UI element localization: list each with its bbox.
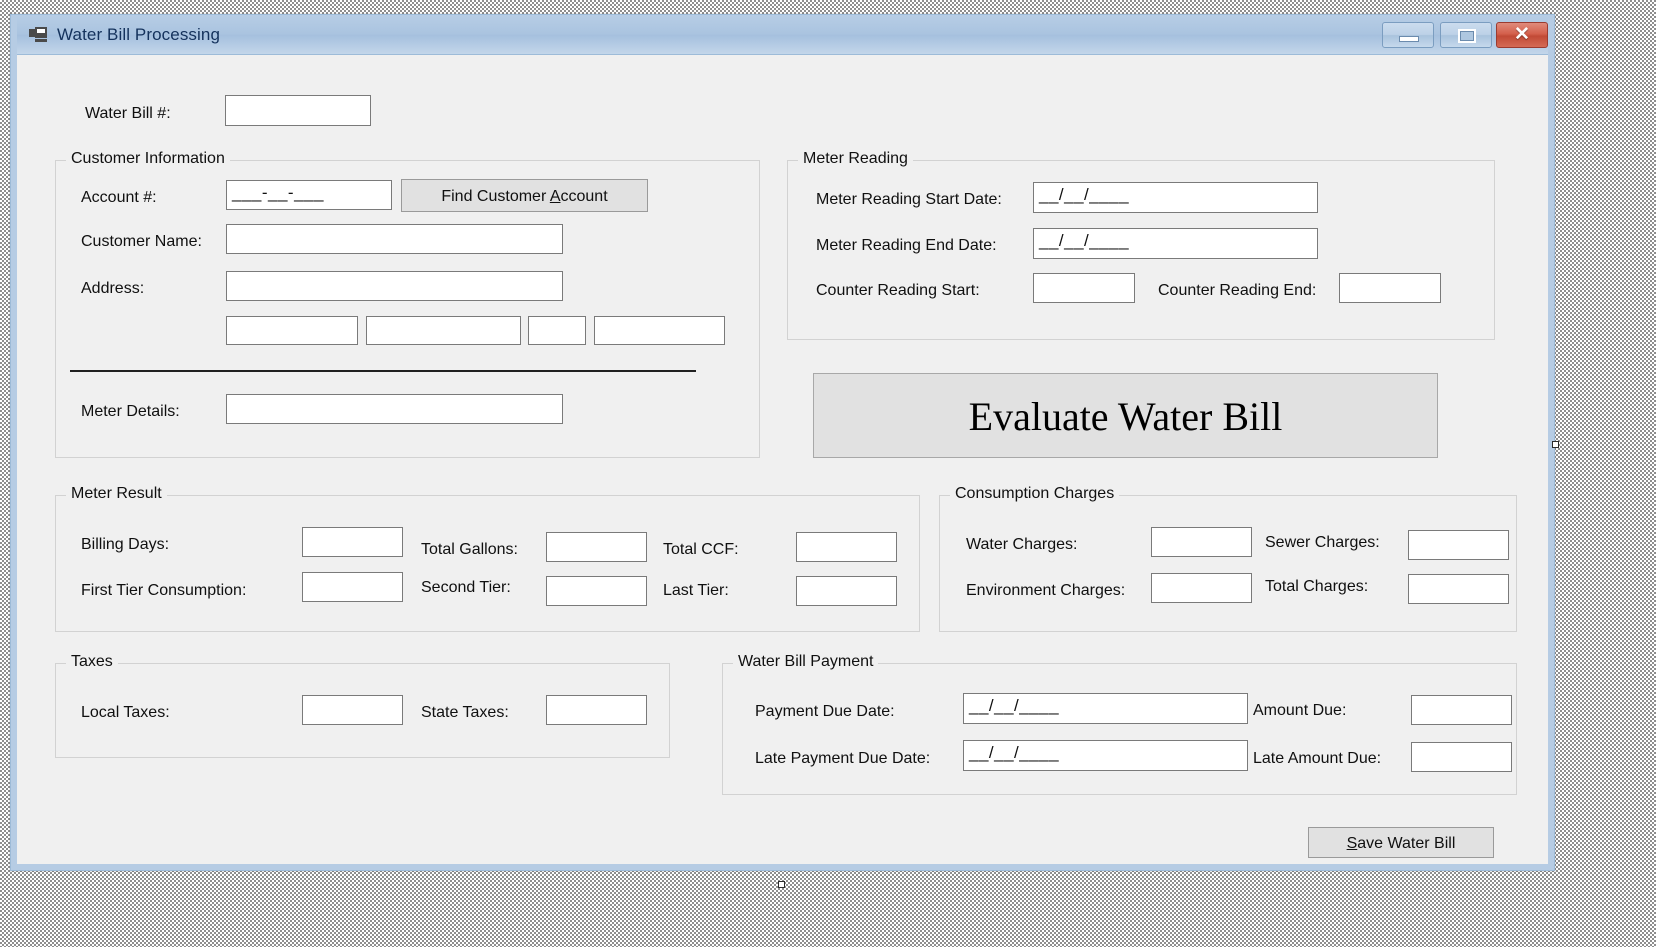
payment-due-date-input[interactable]: __/__/____	[963, 693, 1248, 724]
find-button-prefix: Find Customer	[441, 188, 550, 205]
meter-result-group: Meter Result Billing Days: Total Gallons…	[55, 485, 920, 632]
evaluate-water-bill-button[interactable]: Evaluate Water Bill	[813, 373, 1438, 458]
second-tier-input[interactable]	[546, 576, 647, 606]
title-bar[interactable]: Water Bill Processing ✕	[11, 15, 1554, 55]
meter-result-title: Meter Result	[66, 485, 167, 503]
local-taxes-input[interactable]	[302, 695, 403, 725]
customer-name-input[interactable]	[226, 224, 563, 254]
total-charges-input[interactable]	[1408, 574, 1509, 604]
late-payment-due-date-input[interactable]: __/__/____	[963, 740, 1248, 771]
late-amount-due-input[interactable]	[1411, 742, 1512, 772]
water-bill-number-label: Water Bill #:	[85, 105, 171, 122]
state-taxes-label: State Taxes:	[421, 704, 509, 721]
account-number-label: Account #:	[81, 189, 157, 206]
late-amount-due-label: Late Amount Due:	[1253, 750, 1382, 767]
meter-details-label: Meter Details:	[81, 403, 180, 420]
window-title: Water Bill Processing	[57, 25, 221, 44]
billing-days-input[interactable]	[302, 527, 403, 557]
total-gallons-label: Total Gallons:	[421, 541, 518, 558]
save-button-accelerator: S	[1346, 835, 1358, 852]
section-separator	[70, 370, 696, 372]
last-tier-label: Last Tier:	[663, 582, 729, 599]
water-bill-payment-title: Water Bill Payment	[733, 653, 879, 671]
first-tier-consumption-input[interactable]	[302, 572, 403, 602]
first-tier-consumption-label: First Tier Consumption:	[81, 582, 247, 599]
customer-name-label: Customer Name:	[81, 233, 202, 250]
sewer-charges-label: Sewer Charges:	[1265, 534, 1380, 551]
close-button[interactable]: ✕	[1496, 22, 1548, 48]
address-line2-input[interactable]	[366, 316, 521, 345]
amount-due-label: Amount Due:	[1253, 702, 1347, 719]
local-taxes-label: Local Taxes:	[81, 704, 170, 721]
meter-reading-start-date-input[interactable]: __/__/____	[1033, 182, 1318, 213]
total-charges-label: Total Charges:	[1265, 578, 1369, 595]
application-window: Water Bill Processing ✕ Water Bill #: Cu…	[10, 14, 1555, 871]
customer-information-group: Customer Information Account #: ___-__-_…	[55, 150, 760, 458]
late-payment-due-date-label: Late Payment Due Date:	[755, 750, 931, 767]
find-button-accelerator: A	[549, 188, 561, 205]
total-ccf-input[interactable]	[796, 532, 897, 562]
minimize-button[interactable]	[1382, 22, 1434, 48]
state-taxes-input[interactable]	[546, 695, 647, 725]
water-bill-payment-group: Water Bill Payment Payment Due Date: __/…	[722, 653, 1517, 795]
water-charges-input[interactable]	[1151, 527, 1252, 557]
environment-charges-label: Environment Charges:	[966, 582, 1126, 599]
form-icon	[29, 27, 47, 42]
find-customer-account-button[interactable]: Find Customer Account	[401, 179, 648, 212]
form-client-area: Water Bill #: Customer Information Accou…	[17, 55, 1548, 864]
address-zip-input[interactable]	[594, 316, 725, 345]
customer-information-title: Customer Information	[66, 150, 230, 168]
total-gallons-input[interactable]	[546, 532, 647, 562]
save-water-bill-button[interactable]: Save Water Bill	[1308, 827, 1494, 858]
taxes-title: Taxes	[66, 653, 118, 671]
resize-grip-bottom[interactable]	[778, 881, 785, 888]
account-number-input[interactable]: ___-__-___	[226, 180, 392, 210]
maximize-icon	[1458, 29, 1476, 43]
water-bill-number-input[interactable]	[225, 95, 371, 126]
water-charges-label: Water Charges:	[966, 536, 1078, 553]
resize-grip-right[interactable]	[1552, 441, 1559, 448]
find-button-suffix: ccount	[560, 188, 608, 205]
minimize-icon	[1399, 36, 1419, 42]
address-label: Address:	[81, 280, 145, 297]
counter-reading-start-label: Counter Reading Start:	[816, 282, 980, 299]
close-icon: ✕	[1514, 24, 1530, 45]
meter-reading-title: Meter Reading	[798, 150, 913, 168]
meter-details-input[interactable]	[226, 394, 563, 424]
consumption-charges-title: Consumption Charges	[950, 485, 1120, 503]
meter-reading-end-date-label: Meter Reading End Date:	[816, 237, 997, 254]
second-tier-label: Second Tier:	[421, 579, 511, 596]
counter-reading-end-input[interactable]	[1339, 273, 1441, 303]
address-input[interactable]	[226, 271, 563, 301]
maximize-button[interactable]	[1440, 22, 1492, 48]
address-city-input[interactable]	[226, 316, 358, 345]
total-ccf-label: Total CCF:	[663, 541, 739, 558]
counter-reading-start-input[interactable]	[1033, 273, 1135, 303]
environment-charges-input[interactable]	[1151, 573, 1252, 603]
meter-reading-start-date-label: Meter Reading Start Date:	[816, 191, 1002, 208]
billing-days-label: Billing Days:	[81, 536, 170, 553]
consumption-charges-group: Consumption Charges Water Charges: Sewer…	[939, 485, 1517, 632]
taxes-group: Taxes Local Taxes: State Taxes:	[55, 653, 670, 758]
counter-reading-end-label: Counter Reading End:	[1158, 282, 1317, 299]
meter-reading-end-date-input[interactable]: __/__/____	[1033, 228, 1318, 259]
payment-due-date-label: Payment Due Date:	[755, 703, 895, 720]
sewer-charges-input[interactable]	[1408, 530, 1509, 560]
save-button-label: ave Water Bill	[1357, 835, 1456, 852]
amount-due-input[interactable]	[1411, 695, 1512, 725]
address-state-input[interactable]	[528, 316, 586, 345]
last-tier-input[interactable]	[796, 576, 897, 606]
meter-reading-group: Meter Reading Meter Reading Start Date: …	[787, 150, 1495, 340]
